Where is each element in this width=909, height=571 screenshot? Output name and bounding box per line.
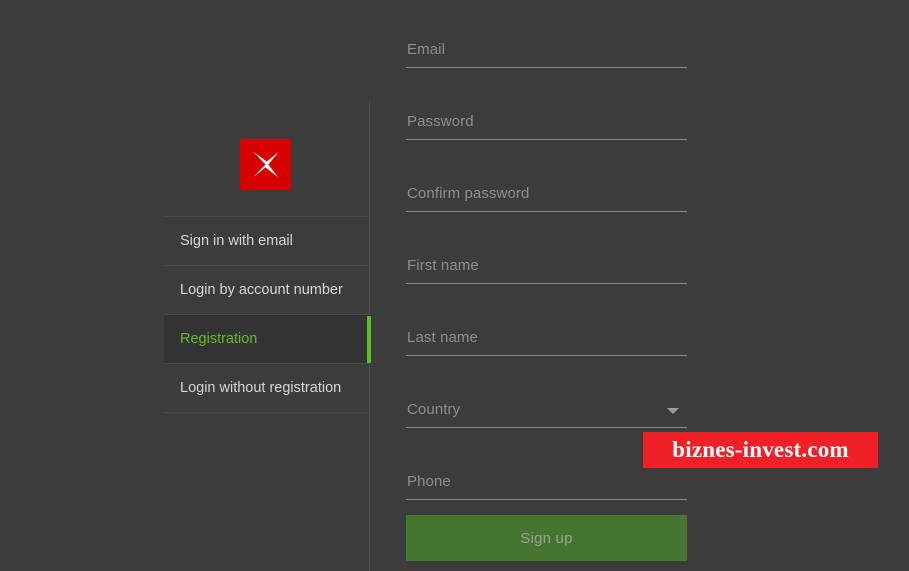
registration-screen: Sign in with email Login by account numb… bbox=[0, 0, 909, 571]
field-confirm-password[interactable]: Confirm password bbox=[406, 144, 687, 216]
first-name-field-label: First name bbox=[407, 257, 479, 274]
menu-item-login-without-registration[interactable]: Login without registration bbox=[164, 363, 370, 412]
menu-item-label: Registration bbox=[180, 331, 258, 347]
last-name-field-label: Last name bbox=[407, 329, 478, 346]
confirm-password-field-label: Confirm password bbox=[407, 185, 530, 202]
menu-item-label: Sign in with email bbox=[180, 233, 293, 249]
field-password[interactable]: Password bbox=[406, 72, 687, 144]
email-field-label: Email bbox=[407, 41, 446, 58]
last-name-field-underline bbox=[406, 355, 687, 356]
chevron-down-icon[interactable] bbox=[667, 408, 679, 414]
menu-bottom-divider bbox=[164, 412, 370, 413]
sign-up-button[interactable]: Sign up bbox=[406, 515, 687, 561]
menu-item-label: Login by account number bbox=[180, 282, 343, 298]
menu-item-login-by-account-number[interactable]: Login by account number bbox=[164, 265, 370, 314]
field-country[interactable]: Country bbox=[406, 360, 687, 432]
confirm-password-field-underline bbox=[406, 211, 687, 212]
registration-form: Email Password Confirm password First na… bbox=[406, 0, 687, 504]
password-field-underline bbox=[406, 139, 687, 140]
menu-item-registration[interactable]: Registration bbox=[164, 314, 371, 363]
phone-field-underline bbox=[406, 499, 687, 500]
brand-logo bbox=[240, 139, 291, 190]
phone-field-label: Phone bbox=[407, 473, 451, 490]
menu-item-label: Login without registration bbox=[180, 380, 342, 396]
field-first-name[interactable]: First name bbox=[406, 216, 687, 288]
field-email[interactable]: Email bbox=[406, 0, 687, 72]
auth-method-menu: Sign in with email Login by account numb… bbox=[164, 216, 371, 412]
active-indicator-bar bbox=[367, 316, 371, 363]
country-field-underline bbox=[406, 427, 687, 428]
menu-item-sign-in-with-email[interactable]: Sign in with email bbox=[164, 216, 370, 265]
field-last-name[interactable]: Last name bbox=[406, 288, 687, 360]
password-field-label: Password bbox=[407, 113, 474, 130]
red-x-star-logo-icon bbox=[240, 139, 291, 190]
email-field-underline bbox=[406, 67, 687, 68]
site-watermark: biznes-invest.com bbox=[643, 432, 878, 468]
first-name-field-underline bbox=[406, 283, 687, 284]
country-field-label: Country bbox=[407, 401, 461, 418]
